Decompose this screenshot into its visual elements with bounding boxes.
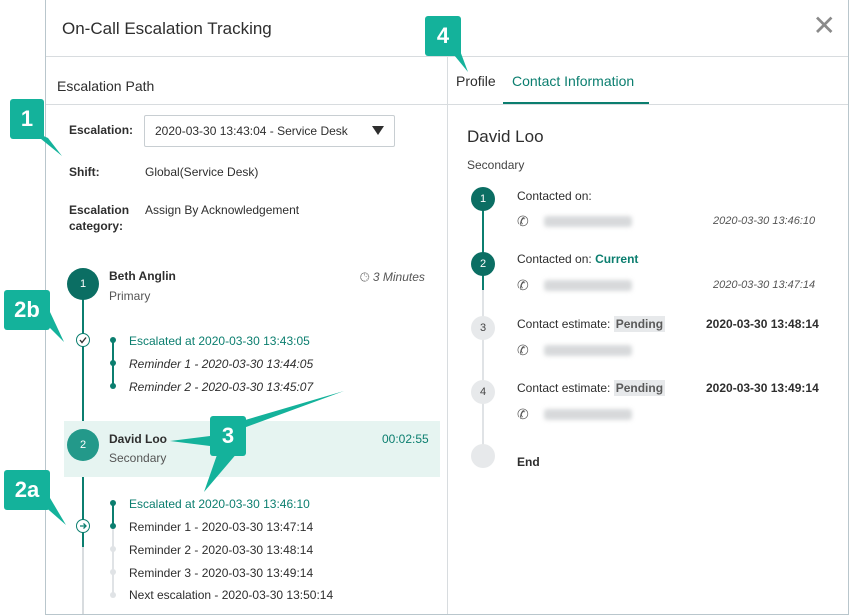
event-text: Escalated at 2020-03-30 13:46:10 <box>129 497 310 511</box>
event-dot <box>110 500 116 506</box>
phone-icon: ✆ <box>517 406 529 422</box>
timeline-line <box>82 547 84 614</box>
pending-badge: Pending <box>613 316 666 332</box>
callout-3: 3 <box>210 416 246 456</box>
event-text: Reminder 3 - 2020-03-30 13:49:14 <box>129 566 314 580</box>
contact-step-badge: 3 <box>471 316 495 340</box>
step-badge: 2 <box>67 429 99 461</box>
event-dot <box>110 546 116 552</box>
phone-icon: ✆ <box>517 277 529 293</box>
event-text: Reminder 1 - 2020-03-30 13:47:14 <box>129 520 314 534</box>
escalation-select[interactable]: 2020-03-30 13:43:04 - Service Desk <box>144 115 395 147</box>
phone-icon: ✆ <box>517 213 529 229</box>
timeline-line <box>82 296 84 421</box>
clock-icon: 🕒︎ <box>360 270 370 284</box>
redacted-phone <box>544 216 632 227</box>
tab-profile[interactable]: Profile <box>456 73 496 89</box>
shift-label: Shift: <box>69 165 100 179</box>
timeline-line <box>82 477 84 547</box>
contact-step-label: Contacted on: <box>517 189 592 203</box>
left-panel-header: Escalation Path <box>46 57 447 105</box>
category-value: Assign By Acknowledgement <box>145 203 300 217</box>
contact-step-time: 2020-03-30 13:49:14 <box>706 381 819 395</box>
timer-value: 00:02:55 <box>382 432 429 446</box>
contact-step-label-text: Contacted on: <box>517 252 592 266</box>
event-dot <box>110 592 116 598</box>
contact-step-label: Contacted on: Current <box>517 252 638 266</box>
contact-timeline-line <box>482 198 484 290</box>
person-name: Beth Anglin <box>109 269 176 283</box>
active-person-row <box>64 421 440 477</box>
escalation-select-value: 2020-03-30 13:43:04 - Service Desk <box>155 124 348 138</box>
callout-1: 1 <box>10 99 44 139</box>
contact-role: Secondary <box>467 158 525 172</box>
contact-step-badge: 1 <box>471 187 495 211</box>
event-dot <box>110 523 116 529</box>
tab-contact-information[interactable]: Contact Information <box>512 73 634 89</box>
contact-step-label: Contact estimate: Pending <box>517 380 666 396</box>
callout-2a: 2a <box>4 470 50 510</box>
redacted-phone <box>544 280 632 291</box>
pending-badge: Pending <box>613 380 666 396</box>
contact-step-badge: 4 <box>471 380 495 404</box>
event-dot <box>110 569 116 575</box>
person-role: Secondary <box>109 451 167 465</box>
category-label-line2: category: <box>69 219 124 233</box>
arrow-right-icon <box>76 519 90 533</box>
panel-divider <box>447 57 448 614</box>
timer-value: 3 Minutes <box>372 270 425 284</box>
event-text: Escalated at 2020-03-30 13:43:05 <box>129 334 310 348</box>
step-badge: 1 <box>67 268 99 300</box>
category-label-line1: Escalation <box>69 203 130 217</box>
phone-icon: ✆ <box>517 342 529 358</box>
timer: 🕒︎ 3 Minutes <box>360 270 425 285</box>
event-dot <box>110 360 116 366</box>
escalation-path-heading: Escalation Path <box>57 78 155 94</box>
person-name: David Loo <box>109 432 168 446</box>
escalation-label: Escalation: <box>69 123 134 137</box>
contact-step-label-text: Contact estimate: <box>517 317 611 331</box>
person-role: Primary <box>109 289 151 303</box>
modal-title: On-Call Escalation Tracking <box>62 19 272 38</box>
event-text: Reminder 2 - 2020-03-30 13:48:14 <box>129 543 314 557</box>
event-text: Next escalation - 2020-03-30 13:50:14 <box>129 588 334 602</box>
contact-name: David Loo <box>467 127 544 146</box>
active-tab-indicator <box>503 102 649 104</box>
current-status: Current <box>595 252 639 266</box>
close-icon[interactable]: ✕ <box>813 12 836 40</box>
end-label: End <box>517 455 540 469</box>
redacted-phone <box>544 345 632 356</box>
contact-step-label-text: Contact estimate: <box>517 381 611 395</box>
redacted-phone <box>544 409 632 420</box>
event-text: Reminder 1 - 2020-03-30 13:44:05 <box>129 357 314 371</box>
event-dot <box>110 337 116 343</box>
event-line <box>112 526 114 596</box>
contact-step-label: Contact estimate: Pending <box>517 316 666 332</box>
contact-step-time: 2020-03-30 13:46:10 <box>713 215 816 227</box>
contact-step-time: 2020-03-30 13:48:14 <box>706 317 819 331</box>
contact-step-time: 2020-03-30 13:47:14 <box>713 279 816 291</box>
tab-bar: Profile Contact Information <box>448 57 848 105</box>
escalation-modal: On-Call Escalation Tracking ✕ Escalation… <box>45 0 849 615</box>
contact-step-badge: 2 <box>471 252 495 276</box>
event-text: Reminder 2 - 2020-03-30 13:45:07 <box>129 380 314 394</box>
contact-timeline-line <box>482 290 484 455</box>
event-dot <box>110 383 116 389</box>
shift-value: Global(Service Desk) <box>145 165 259 179</box>
end-marker <box>471 444 495 468</box>
caret-down-icon <box>372 126 384 135</box>
callout-4: 4 <box>425 16 461 56</box>
callout-2b: 2b <box>4 290 50 330</box>
check-icon <box>76 333 90 347</box>
